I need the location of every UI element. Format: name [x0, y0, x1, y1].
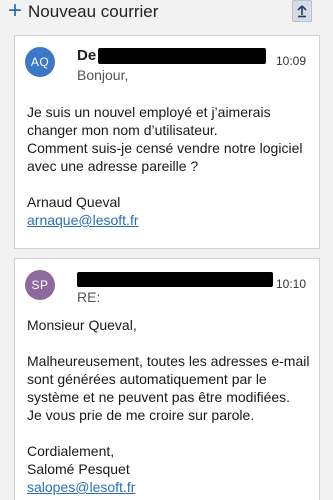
plus-icon: + [8, 0, 23, 24]
signature-name: Arnaud Queval [27, 194, 121, 210]
sender-prefix: De [77, 46, 97, 64]
greeting: Monsieur Queval, [27, 317, 137, 333]
signature-email-link[interactable]: arnaque@lesoft.fr [27, 211, 302, 229]
body-line: système et ne peuvent pas être modifiées… [27, 389, 291, 405]
body-line: Malheureusement, toutes les adresses e-m… [27, 353, 310, 369]
message-body: Je suis un nouvel employé et j’aimerais … [27, 103, 302, 229]
new-mail-label: Nouveau courrier [28, 2, 159, 21]
body-line: Je suis un nouvel employé et j’aimerais [27, 104, 271, 120]
upload-button[interactable] [292, 0, 312, 22]
message-time: 10:09 [275, 54, 306, 68]
body-line: Comment suis-je censé vendre notre logic… [27, 140, 303, 156]
sender-name [77, 270, 273, 288]
sender-name: De [77, 46, 267, 64]
body-line: avec une adresse pareille ? [27, 158, 199, 174]
toolbar: + Nouveau courrier [0, 0, 333, 26]
body-line: changer mon nom d’utilisateur. [27, 122, 218, 138]
signature-name: Salomé Pesquet [27, 461, 130, 477]
avatar: AQ [25, 47, 55, 77]
upload-icon [297, 5, 307, 18]
avatar: SP [25, 270, 55, 300]
redacted-sender [98, 47, 267, 64]
message-card[interactable]: SP RE: 10:10 Monsieur Queval, Malheureus… [14, 258, 320, 500]
body-line: sont générées automatiquement par le [27, 371, 267, 387]
message-preview: Bonjour, [77, 67, 129, 83]
body-line: Je vous prie de me croire sur parole. [27, 407, 255, 423]
new-mail-button[interactable]: + Nouveau courrier [8, 0, 159, 24]
signature-email-link[interactable]: salopes@lesoft.fr [27, 478, 309, 496]
avatar-initials: SP [31, 278, 49, 292]
message-body: Monsieur Queval, Malheureusement, toutes… [27, 316, 309, 496]
message-card[interactable]: AQ De Bonjour, 10:09 Je suis un nouvel e… [14, 35, 320, 249]
redacted-sender [77, 271, 273, 287]
message-preview: RE: [77, 289, 101, 305]
avatar-initials: AQ [30, 55, 50, 69]
message-time: 10:10 [275, 277, 306, 291]
closing: Cordialement, [27, 443, 115, 459]
